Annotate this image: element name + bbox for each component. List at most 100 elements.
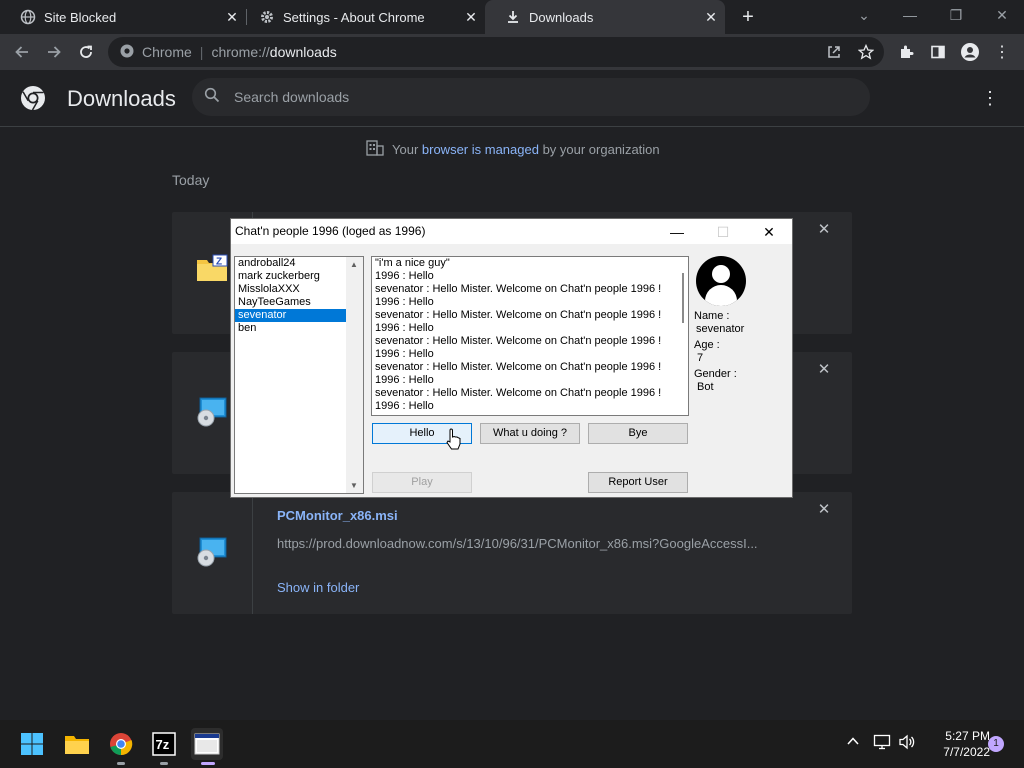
message-line: 1996 : Hello bbox=[375, 374, 434, 386]
omnibox-separator: | bbox=[199, 44, 204, 60]
tab-title: Downloads bbox=[529, 9, 594, 25]
7zip-icon[interactable]: 7z bbox=[148, 728, 180, 765]
network-icon[interactable] bbox=[873, 734, 891, 753]
svg-text:Z: Z bbox=[216, 257, 222, 268]
chrome-menu-icon[interactable]: ⋮ bbox=[990, 40, 1014, 64]
address-bar[interactable]: Chrome | chrome://downloads bbox=[108, 37, 884, 67]
chrome-taskbar-icon[interactable] bbox=[105, 728, 137, 765]
user-avatar bbox=[696, 256, 746, 306]
bye-button[interactable]: Bye bbox=[588, 423, 688, 444]
play-button: Play bbox=[372, 472, 472, 493]
download-file-name[interactable]: PCMonitor_x86.msi bbox=[277, 508, 398, 523]
new-tab-button[interactable]: + bbox=[736, 6, 760, 28]
bookmark-star-icon[interactable] bbox=[854, 40, 878, 64]
remove-download-icon[interactable]: ✕ bbox=[816, 362, 832, 378]
side-panel-icon[interactable] bbox=[926, 40, 950, 64]
omnibox-host: downloads bbox=[269, 44, 337, 60]
scroll-down-icon[interactable]: ▼ bbox=[350, 481, 358, 490]
user-list-item[interactable]: ben bbox=[235, 322, 347, 335]
file-explorer-icon[interactable] bbox=[61, 728, 93, 760]
profile-name-label: Name : bbox=[694, 310, 730, 322]
forward-icon[interactable] bbox=[42, 40, 66, 64]
omnibox-scheme: chrome:// bbox=[211, 44, 270, 60]
message-line: 1996 : Hello bbox=[375, 296, 434, 308]
profile-name-value: sevenator bbox=[696, 323, 745, 335]
message-line: "i'm a nice guy" bbox=[375, 257, 450, 269]
browser-toolbar: Chrome | chrome://downloads ⋮ bbox=[0, 34, 1024, 70]
message-line: 1996 : Hello bbox=[375, 270, 434, 282]
tab-settings[interactable]: Settings - About Chrome ✕ bbox=[239, 0, 485, 34]
minimize-icon[interactable]: — bbox=[896, 4, 924, 26]
close-tab-icon[interactable]: ✕ bbox=[224, 9, 240, 25]
downloads-header: Downloads Search downloads ⋮ bbox=[0, 70, 1024, 127]
close-tab-icon[interactable]: ✕ bbox=[463, 9, 479, 25]
msi-installer-icon bbox=[196, 396, 228, 428]
clock-date: 7/7/2022 bbox=[943, 745, 990, 759]
tab-strip: Site Blocked ✕ Settings - About Chrome ✕… bbox=[0, 0, 1024, 34]
gear-icon bbox=[259, 9, 275, 25]
close-tab-icon[interactable]: ✕ bbox=[703, 9, 719, 25]
minimize-icon[interactable]: — bbox=[657, 221, 697, 243]
hand-cursor-icon bbox=[446, 428, 462, 455]
restore-icon[interactable]: ❐ bbox=[942, 4, 970, 26]
managed-prefix: Your bbox=[392, 142, 422, 157]
chrome-logo-icon bbox=[120, 44, 134, 61]
tab-site-blocked[interactable]: Site Blocked ✕ bbox=[0, 0, 246, 34]
user-list-item[interactable]: androball24 bbox=[235, 257, 347, 270]
chevron-up-icon[interactable] bbox=[846, 734, 860, 751]
report-user-button[interactable]: Report User bbox=[588, 472, 688, 493]
chat-window-title: Chat'n people 1996 (loged as 1996) bbox=[235, 224, 426, 238]
show-in-folder-link[interactable]: Show in folder bbox=[277, 580, 359, 595]
taskbar-clock[interactable]: 5:27 PM 7/7/2022 bbox=[920, 728, 990, 760]
managed-link[interactable]: browser is managed bbox=[422, 142, 539, 157]
user-list-item[interactable]: NayTeeGames bbox=[235, 296, 347, 309]
notification-badge[interactable]: 1 bbox=[988, 736, 1004, 752]
zip-folder-icon: Z bbox=[196, 252, 228, 284]
chat-titlebar[interactable]: Chat'n people 1996 (loged as 1996) — ☐ ✕ bbox=[231, 219, 792, 244]
message-line: 1996 : Hello bbox=[375, 348, 434, 360]
tab-search-icon[interactable]: ⌄ bbox=[850, 4, 878, 26]
profile-icon[interactable] bbox=[958, 40, 982, 64]
clock-time: 5:27 PM bbox=[945, 729, 990, 743]
building-icon bbox=[366, 140, 384, 159]
message-log[interactable]: "i'm a nice guy" 1996 : Hello sevenator … bbox=[371, 256, 689, 416]
user-list-item-selected[interactable]: sevenator bbox=[235, 309, 347, 322]
user-list-item[interactable]: MisslolaXXX bbox=[235, 283, 347, 296]
tab-title: Site Blocked bbox=[44, 9, 117, 25]
search-placeholder: Search downloads bbox=[234, 89, 350, 105]
message-scrollbar[interactable] bbox=[682, 273, 684, 323]
page-title: Downloads bbox=[67, 86, 176, 111]
what-u-doing-button[interactable]: What u doing ? bbox=[480, 423, 580, 444]
download-icon bbox=[505, 9, 521, 25]
managed-notice: Your browser is managed by your organiza… bbox=[366, 140, 660, 159]
extensions-icon[interactable] bbox=[894, 40, 918, 64]
tab-downloads[interactable]: Downloads ✕ bbox=[485, 0, 725, 34]
profile-age-label: Age : bbox=[694, 339, 720, 351]
scroll-up-icon[interactable]: ▲ bbox=[350, 260, 358, 269]
share-icon[interactable] bbox=[822, 40, 846, 64]
message-line: sevenator : Hello Mister. Welcome on Cha… bbox=[375, 283, 662, 295]
close-window-icon[interactable]: ✕ bbox=[749, 221, 789, 243]
message-line: sevenator : Hello Mister. Welcome on Cha… bbox=[375, 387, 662, 399]
volume-icon[interactable] bbox=[898, 734, 916, 753]
reload-icon[interactable] bbox=[74, 40, 98, 64]
7zip-label: 7z bbox=[156, 737, 170, 752]
remove-download-icon[interactable]: ✕ bbox=[816, 502, 832, 518]
user-list-item[interactable]: mark zuckerberg bbox=[235, 270, 347, 283]
message-line: 1996 : Hello bbox=[375, 322, 434, 334]
chat-window: Chat'n people 1996 (loged as 1996) — ☐ ✕… bbox=[230, 218, 793, 498]
close-window-icon[interactable]: ✕ bbox=[988, 4, 1016, 26]
search-downloads-input[interactable]: Search downloads bbox=[192, 78, 870, 116]
chat-app-taskbar-icon[interactable] bbox=[191, 728, 223, 765]
chrome-logo-icon bbox=[20, 85, 46, 111]
user-list[interactable]: androball24 mark zuckerberg MisslolaXXX … bbox=[234, 256, 364, 494]
remove-download-icon[interactable]: ✕ bbox=[816, 222, 832, 238]
message-line: sevenator : Hello Mister. Welcome on Cha… bbox=[375, 309, 662, 321]
tab-title: Settings - About Chrome bbox=[283, 9, 425, 25]
more-actions-icon[interactable]: ⋮ bbox=[980, 86, 1000, 110]
download-url: https://prod.downloadnow.com/s/13/10/96/… bbox=[277, 536, 758, 551]
date-section-header: Today bbox=[172, 172, 210, 188]
user-list-scrollbar[interactable]: ▲ ▼ bbox=[346, 257, 363, 493]
start-windows-icon[interactable] bbox=[16, 728, 48, 760]
back-icon[interactable] bbox=[10, 40, 34, 64]
